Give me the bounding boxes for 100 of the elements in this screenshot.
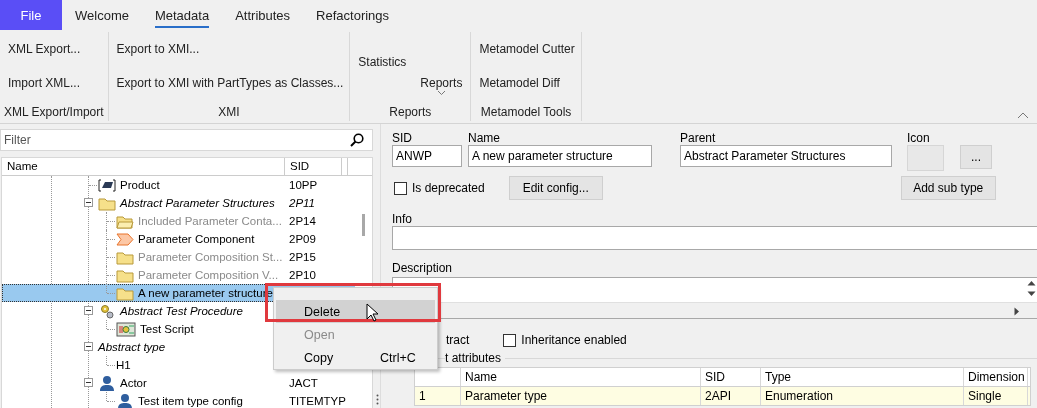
caret-icon — [436, 90, 446, 96]
ribbon-button[interactable]: Statistics — [358, 45, 407, 79]
tree-item-label: Parameter Composition St... — [138, 251, 283, 263]
tree-item-label: Actor — [120, 377, 147, 389]
tree-item-label: Test Script — [140, 323, 194, 335]
attributes-grid[interactable]: Name SID Type Dimension 1 Parameter type 2API Enumeration Single — [414, 367, 1031, 406]
field-label: Parent — [680, 131, 717, 145]
shortcut-text: Ctrl+C — [380, 350, 416, 365]
ribbon-button[interactable]: Import XML... — [8, 66, 102, 100]
tree-item-label: Parameter Composition V... — [138, 269, 279, 281]
folder-icon — [98, 195, 116, 211]
checkbox[interactable] — [394, 181, 407, 195]
info-field[interactable] — [392, 226, 1037, 250]
folder-icon — [116, 213, 134, 229]
scroll-down-icon — [1027, 291, 1036, 297]
sid-text: 2P15 — [289, 251, 316, 263]
group-label: XMI — [217, 104, 241, 121]
icon-preview — [907, 145, 944, 171]
person-icon — [98, 375, 116, 391]
edit-config-button[interactable]: Edit config... — [508, 176, 603, 200]
group-label: Reports — [388, 104, 433, 121]
column-header[interactable]: Dimension — [964, 368, 1028, 386]
scroll-thumb[interactable] — [362, 214, 365, 236]
checkbox-label: Inheritance enabled — [521, 333, 627, 347]
group-label: XML Export/Import — [3, 104, 105, 121]
group-title: t attributes — [445, 351, 506, 365]
ribbon-button[interactable]: Export to XMI with PartTypes as Classes... — [116, 66, 344, 100]
ribbon-button[interactable]: Export to XMI... — [116, 32, 344, 66]
search-icon — [350, 133, 364, 147]
collapse-tree-icon[interactable] — [84, 342, 93, 351]
script-icon — [116, 321, 136, 337]
ribbon-tab[interactable]: Welcome — [62, 0, 142, 30]
tree-row[interactable]: Parameter Component 2P09 — [2, 230, 355, 248]
checkbox-label: tract — [446, 333, 470, 347]
scroll-up-icon — [1027, 280, 1036, 286]
sid-text: JACT — [289, 377, 318, 389]
gears-icon — [98, 303, 116, 319]
tree-item-label: Abstract Test Procedure — [120, 305, 243, 317]
sid-text: 2P09 — [289, 233, 316, 245]
tree-row[interactable]: Actor JACT — [2, 374, 355, 392]
grip-icon — [376, 394, 379, 405]
tree-row[interactable]: Test item type config TITEMTYP — [2, 392, 355, 408]
ribbon-button[interactable]: Metamodel Cutter — [479, 32, 575, 66]
column-header[interactable]: Name — [2, 158, 285, 175]
tree-item-label: Product — [120, 179, 160, 191]
tree-row[interactable]: Abstract Parameter Structures 2P11 — [2, 194, 355, 212]
ribbon-tab[interactable]: Metadata — [141, 0, 223, 30]
table-cell: Parameter type — [461, 387, 701, 405]
ribbon-tab[interactable]: Attributes — [222, 0, 304, 30]
sid-text: TITEMTYP — [289, 395, 346, 407]
ribbon-dropdown-button[interactable]: Reports — [420, 76, 463, 96]
ribbon-button[interactable]: XML Export... — [8, 32, 102, 66]
scroll-right-icon — [1014, 307, 1020, 316]
tree-item-label: Abstract type — [98, 341, 166, 353]
tree-item-label: H1 — [116, 359, 131, 371]
person-icon — [116, 393, 134, 408]
browse-button[interactable]: ... — [960, 145, 992, 169]
sid-text: 2P14 — [289, 215, 316, 227]
component-icon — [116, 231, 134, 247]
add-sub-type-button[interactable]: Add sub type — [900, 176, 996, 200]
menu-item[interactable]: Copy Ctrl+C — [276, 346, 435, 369]
group-label: Metamodel Tools — [479, 104, 573, 121]
text-field[interactable]: ANWP — [392, 145, 462, 167]
file-menu-button[interactable]: File — [0, 0, 62, 30]
collapse-tree-icon[interactable] — [84, 198, 93, 207]
folder-icon — [116, 285, 134, 301]
table-cell: 1 — [415, 387, 461, 405]
sid-text: 2P10 — [289, 269, 316, 281]
sid-text: 2P11 — [289, 197, 315, 209]
tree-item-label: Included Parameter Conta... — [138, 215, 282, 227]
table-cell: Enumeration — [761, 387, 964, 405]
field-label: Icon — [907, 131, 931, 145]
column-header[interactable]: SID — [285, 158, 342, 175]
table-cell: Single — [964, 387, 1028, 405]
text-field[interactable]: A new parameter structure — [468, 145, 652, 167]
collapse-icon — [1017, 112, 1029, 119]
description-field[interactable] — [392, 277, 1037, 319]
tree-row[interactable]: Product 10PP — [2, 176, 355, 194]
text-field[interactable]: Abstract Parameter Structures — [680, 145, 892, 167]
field-label: Name — [468, 131, 501, 145]
table-cell: 2API — [701, 387, 761, 405]
cursor-icon — [366, 303, 379, 323]
field-label: Info — [392, 212, 413, 226]
ribbon-tab[interactable]: Refactorings — [303, 0, 403, 30]
column-header[interactable]: Name — [461, 368, 701, 386]
tree-item-label: Abstract Parameter Structures — [120, 197, 275, 209]
sid-text: 10PP — [289, 179, 318, 191]
folder-icon — [116, 249, 134, 265]
column-header[interactable]: SID — [701, 368, 761, 386]
filter-field[interactable]: Filter — [0, 129, 373, 151]
field-label: Description — [392, 261, 454, 275]
column-header[interactable]: Type — [761, 368, 964, 386]
collapse-tree-icon[interactable] — [84, 306, 93, 315]
checkbox-label: Is deprecated — [412, 181, 485, 195]
checkbox[interactable] — [503, 333, 517, 347]
ribbon-button[interactable]: Metamodel Diff — [479, 66, 575, 100]
collapse-tree-icon[interactable] — [84, 378, 93, 387]
field-label: SID — [392, 131, 413, 145]
tree-item-label: Parameter Component — [138, 233, 255, 245]
tree-item-label: Test item type config — [138, 395, 243, 407]
